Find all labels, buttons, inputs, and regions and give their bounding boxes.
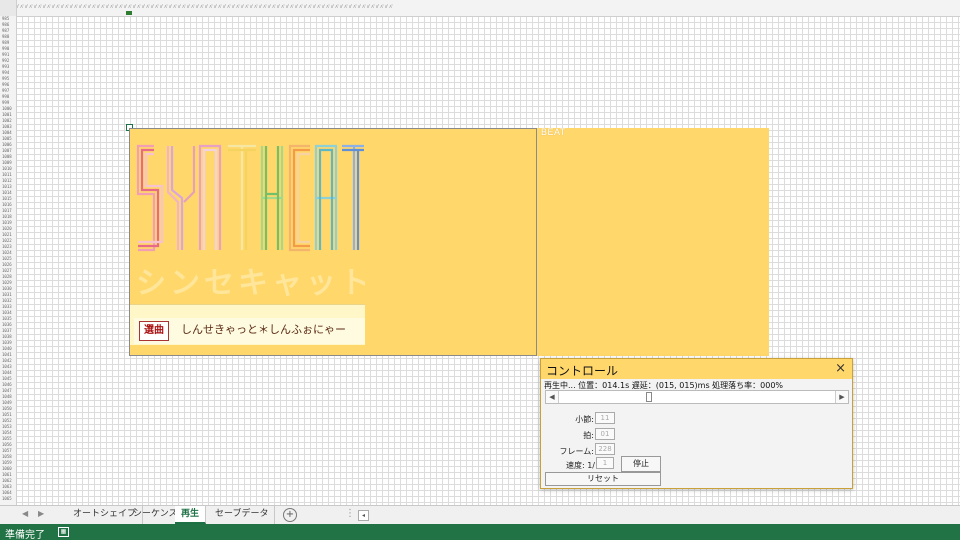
- control-dialog: コントロール × 再生中... 位置：014.1s 遅延：(015, 015)m…: [540, 358, 853, 489]
- beat-label: BEAT: [541, 127, 566, 137]
- scroll-right-icon[interactable]: ▶: [835, 391, 848, 403]
- synth-cat-logo: [136, 144, 364, 252]
- logo-kana: シンセキャット: [136, 266, 365, 301]
- more-dots-icon: ⋮: [345, 508, 355, 519]
- measure-label: 小節:: [575, 415, 594, 424]
- stop-button[interactable]: 停止: [621, 456, 661, 472]
- column-header: ﾊﾟﾊﾟﾊﾟﾊﾟﾊﾟﾊﾟﾊﾟﾊﾟﾊﾟﾊﾟﾊﾟﾊﾟﾊﾟﾊﾟﾊﾟﾊﾟﾊﾟﾊﾟﾊﾟﾊﾟ…: [0, 0, 960, 17]
- logo-letter-h: [260, 146, 284, 250]
- macro-record-icon[interactable]: ▦: [58, 527, 69, 537]
- add-sheet-icon[interactable]: +: [283, 508, 297, 522]
- measure-field[interactable]: 11: [595, 412, 615, 424]
- frame-field[interactable]: 228: [595, 443, 615, 455]
- logo-letter-n: [198, 144, 222, 250]
- reset-button[interactable]: リセット: [545, 472, 661, 486]
- select-all-corner[interactable]: [0, 0, 17, 17]
- tab-prev-icon[interactable]: ◀: [22, 509, 28, 518]
- horizontal-scrollbar[interactable]: ⋮ ◂: [345, 508, 960, 521]
- scroll-left-small-icon[interactable]: ◂: [358, 510, 369, 521]
- row-header: 985 986 987 988 989 990 991 992 993 994 995 996 997 9…: [0, 16, 17, 505]
- logo-letter-s: [136, 144, 164, 252]
- tab-next-icon[interactable]: ▶: [38, 509, 44, 518]
- scroll-thumb[interactable]: [646, 392, 652, 402]
- speed-field[interactable]: 1: [596, 457, 614, 469]
- speed-label: 速度: 1/: [565, 461, 595, 470]
- song-title: しんせきゃっと＊しんふぉにゃー: [181, 323, 346, 336]
- close-icon[interactable]: ×: [835, 361, 846, 376]
- selected-column-indicator: [126, 11, 132, 15]
- tab-savedata[interactable]: セーブデータ: [209, 506, 276, 524]
- logo-letter-c: [288, 144, 310, 252]
- status-text: 準備完了: [5, 530, 45, 541]
- logo-letter-t: [228, 144, 256, 250]
- frame-label: フレーム:: [559, 447, 594, 456]
- logo-letter-t2: [342, 144, 364, 250]
- scroll-left-icon[interactable]: ◀: [546, 391, 559, 403]
- logo-letter-a: [314, 144, 338, 250]
- logo-letter-y: [166, 146, 196, 250]
- column-header-labels: ﾊﾟﾊﾟﾊﾟﾊﾟﾊﾟﾊﾟﾊﾟﾊﾟﾊﾟﾊﾟﾊﾟﾊﾟﾊﾟﾊﾟﾊﾟﾊﾟﾊﾟﾊﾟﾊﾟﾊﾟ…: [16, 4, 394, 9]
- position-scrollbar[interactable]: ◀ ▶: [545, 390, 849, 404]
- row-number[interactable]: 1065: [0, 496, 16, 502]
- song-select-button[interactable]: 選曲: [139, 321, 169, 341]
- dialog-title: コントロール: [546, 364, 619, 378]
- status-bar: 準備完了 ▦: [0, 524, 960, 541]
- beat-field[interactable]: 01: [595, 428, 615, 440]
- beat-field-label: 拍:: [583, 431, 594, 440]
- tab-playback[interactable]: 再生: [175, 506, 207, 524]
- sheet-tab-bar: ◀ ▶ オートシェイプ シーケンス 再生 セーブデータ + ⋮ ◂: [0, 505, 960, 524]
- dialog-titlebar[interactable]: コントロール ×: [541, 359, 852, 379]
